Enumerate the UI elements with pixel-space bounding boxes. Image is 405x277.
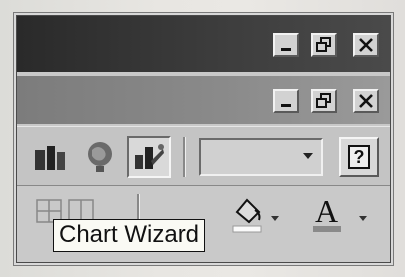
chart-wizard-icon	[135, 144, 164, 169]
font-color-glyph: A	[315, 193, 338, 229]
font-color-button[interactable]: A	[309, 192, 379, 238]
help-button[interactable]: ?	[339, 137, 379, 177]
help-icon: ?	[348, 145, 370, 169]
chevron-down-icon[interactable]	[303, 153, 313, 159]
close-icon	[359, 38, 373, 52]
restore-icon	[316, 37, 331, 52]
app-minimize-button[interactable]	[273, 33, 299, 57]
minimize-icon	[281, 48, 291, 51]
zoom-combo[interactable]	[199, 138, 323, 176]
chart-wizard-tooltip: Chart Wizard	[53, 219, 206, 252]
doc-restore-button[interactable]	[311, 89, 337, 113]
fill-color-button[interactable]	[229, 192, 289, 238]
screen-area: ? A Chart Wizard	[16, 15, 391, 263]
doc-close-button[interactable]	[353, 89, 379, 113]
fill-color-icon	[232, 198, 279, 233]
document-title-bar	[17, 76, 390, 124]
standard-toolbar: ?	[17, 126, 390, 186]
app-title-bar	[17, 16, 390, 72]
map-button[interactable]	[79, 137, 121, 177]
chart-button[interactable]	[31, 139, 71, 175]
doc-minimize-button[interactable]	[273, 89, 299, 113]
restore-icon	[316, 93, 331, 108]
font-color-icon: A	[313, 193, 367, 232]
app-restore-button[interactable]	[311, 33, 337, 57]
chart-icon	[35, 146, 65, 170]
chart-wizard-button[interactable]	[127, 136, 171, 178]
minimize-icon	[281, 104, 291, 107]
close-icon	[359, 94, 373, 108]
app-close-button[interactable]	[353, 33, 379, 57]
toolbar-separator	[183, 137, 186, 177]
map-icon	[88, 142, 112, 172]
